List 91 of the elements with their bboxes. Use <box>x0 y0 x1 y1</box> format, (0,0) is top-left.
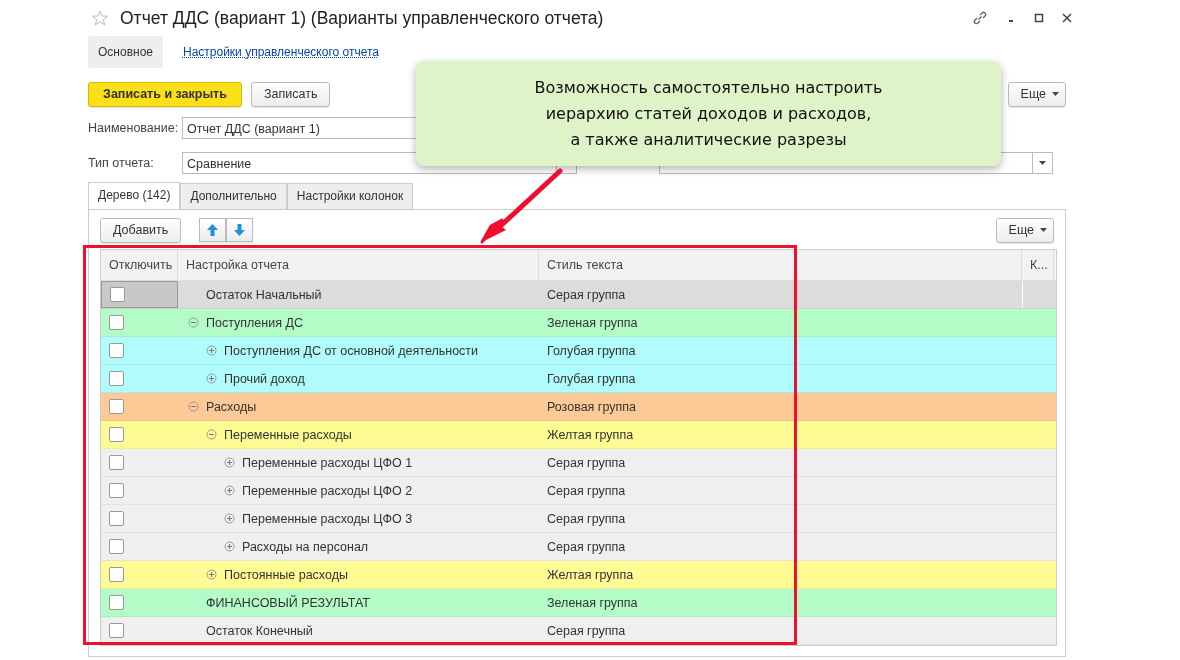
checkbox[interactable] <box>109 539 124 554</box>
table-cell: Розовая группа <box>547 399 636 414</box>
column-header[interactable]: Настройка отчета <box>178 250 539 280</box>
table-cell: Зеленая группа <box>547 315 638 330</box>
tab[interactable]: Дополнительно <box>180 183 287 209</box>
table-row[interactable]: Прочий доход Голубая группа <box>101 365 1056 393</box>
field-label: Тип отчета: <box>88 156 155 170</box>
collapse-icon[interactable] <box>188 401 199 412</box>
close-icon[interactable] <box>1062 13 1072 23</box>
checkbox[interactable] <box>109 427 124 442</box>
table-row[interactable]: Остаток Конечный Серая группа <box>101 617 1056 645</box>
table-cell: Желтая группа <box>547 427 634 442</box>
add-button[interactable]: Добавить <box>100 217 182 243</box>
table-row[interactable]: ФИНАНСОВЫЙ РЕЗУЛЬТАТ Зеленая группа <box>101 589 1056 617</box>
checkbox[interactable] <box>109 595 124 610</box>
table-cell: Зеленая группа <box>547 595 638 610</box>
caret-icon <box>1040 228 1047 232</box>
table-cell: Серая группа <box>547 539 626 554</box>
checkbox[interactable] <box>109 483 124 498</box>
down-arrow-icon <box>234 224 246 236</box>
tree-item: Переменные расходы ЦФО 3 <box>242 511 413 526</box>
table-row[interactable]: Переменные расходы ЦФО 1 Серая группа <box>101 449 1056 477</box>
table-cell: Серая группа <box>547 287 626 302</box>
caret-icon <box>1052 92 1059 96</box>
more-button[interactable]: Еще <box>995 217 1054 243</box>
table-row[interactable]: Переменные расходы ЦФО 2 Серая группа <box>101 477 1056 505</box>
move-up-button[interactable] <box>199 218 227 242</box>
field-label: Наименование: <box>88 121 180 135</box>
column-header[interactable]: Отключить <box>101 250 178 280</box>
table-cell: Серая группа <box>547 483 626 498</box>
table-row[interactable]: Поступления ДС от основной деятельности Голубая группа <box>101 337 1056 365</box>
column-header[interactable]: К... <box>1022 250 1054 280</box>
checkbox[interactable] <box>109 455 124 470</box>
save-close-button[interactable]: Записать и закрыть <box>88 81 242 107</box>
table-cell: Серая группа <box>547 511 626 526</box>
checkbox[interactable] <box>109 343 124 358</box>
expand-icon[interactable] <box>224 485 235 496</box>
expand-icon[interactable] <box>224 541 235 552</box>
table-row[interactable]: Остаток Начальный Серая группа <box>101 281 1056 309</box>
table-row[interactable]: Переменные расходы ЦФО 3 Серая группа <box>101 505 1056 533</box>
section-tab[interactable]: Основное <box>88 36 163 68</box>
tree-item: Переменные расходы ЦФО 1 <box>242 455 413 470</box>
section-link[interactable]: Настройки управленческого отчета <box>173 36 389 68</box>
window-title: Отчет ДДС (вариант 1) (Варианты управленческого отчета) <box>120 7 605 29</box>
checkbox[interactable] <box>110 287 125 302</box>
star-icon[interactable] <box>92 10 108 26</box>
collapse-icon[interactable] <box>206 429 217 440</box>
tab[interactable]: Настройки колонок <box>286 183 414 209</box>
tree-item: Остаток Начальный <box>206 287 322 302</box>
table-cell: Серая группа <box>547 455 626 470</box>
maximize-icon[interactable] <box>1034 13 1044 23</box>
tree-item: Расходы на персонал <box>242 539 369 554</box>
table-cell: Серая группа <box>547 623 626 638</box>
expand-icon[interactable] <box>206 569 217 580</box>
link-icon[interactable] <box>972 10 988 26</box>
checkbox[interactable] <box>109 399 124 414</box>
table-row[interactable]: Поступления ДС Зеленая группа <box>101 309 1056 337</box>
expand-icon[interactable] <box>206 345 217 356</box>
tree-item: Переменные расходы ЦФО 2 <box>242 483 413 498</box>
checkbox[interactable] <box>109 567 124 582</box>
table-cell: Голубая группа <box>547 343 636 358</box>
tree-item: Остаток Конечный <box>206 623 313 638</box>
save-button[interactable]: Записать <box>251 81 331 107</box>
tree-item: Переменные расходы <box>224 427 352 442</box>
checkbox[interactable] <box>109 371 124 386</box>
checkbox[interactable] <box>109 623 124 638</box>
callout-text: Возможность самостоятельно настроить <box>534 76 883 99</box>
move-down-button[interactable] <box>226 218 254 242</box>
up-arrow-icon <box>207 224 219 236</box>
collapse-icon[interactable] <box>188 317 199 328</box>
checkbox[interactable] <box>109 511 124 526</box>
tree-item: Расходы <box>206 399 257 414</box>
tree-item: Постоянные расходы <box>224 567 348 582</box>
tree-item: Поступления ДС от основной деятельности <box>224 343 479 358</box>
table-row[interactable]: Расходы Розовая группа <box>101 393 1056 421</box>
checkbox[interactable] <box>109 315 124 330</box>
expand-icon[interactable] <box>206 373 217 384</box>
more-button[interactable]: Еще <box>1007 81 1066 107</box>
table-cell: Желтая группа <box>547 567 634 582</box>
table-cell: Голубая группа <box>547 371 636 386</box>
tree-item: ФИНАНСОВЫЙ РЕЗУЛЬТАТ <box>206 595 370 610</box>
expand-icon[interactable] <box>224 457 235 468</box>
table-row[interactable]: Переменные расходы Желтая группа <box>101 421 1056 449</box>
expand-icon[interactable] <box>224 513 235 524</box>
column-header[interactable]: Стиль текста <box>539 250 1022 280</box>
table-row[interactable]: Постоянные расходы Желтая группа <box>101 561 1056 589</box>
tree-item: Поступления ДС <box>206 315 303 330</box>
tab[interactable]: Дерево (142) <box>88 182 181 209</box>
tree-item: Прочий доход <box>224 371 305 386</box>
dropdown-icon[interactable] <box>1039 161 1046 165</box>
table-row[interactable]: Расходы на персонал Серая группа <box>101 533 1056 561</box>
